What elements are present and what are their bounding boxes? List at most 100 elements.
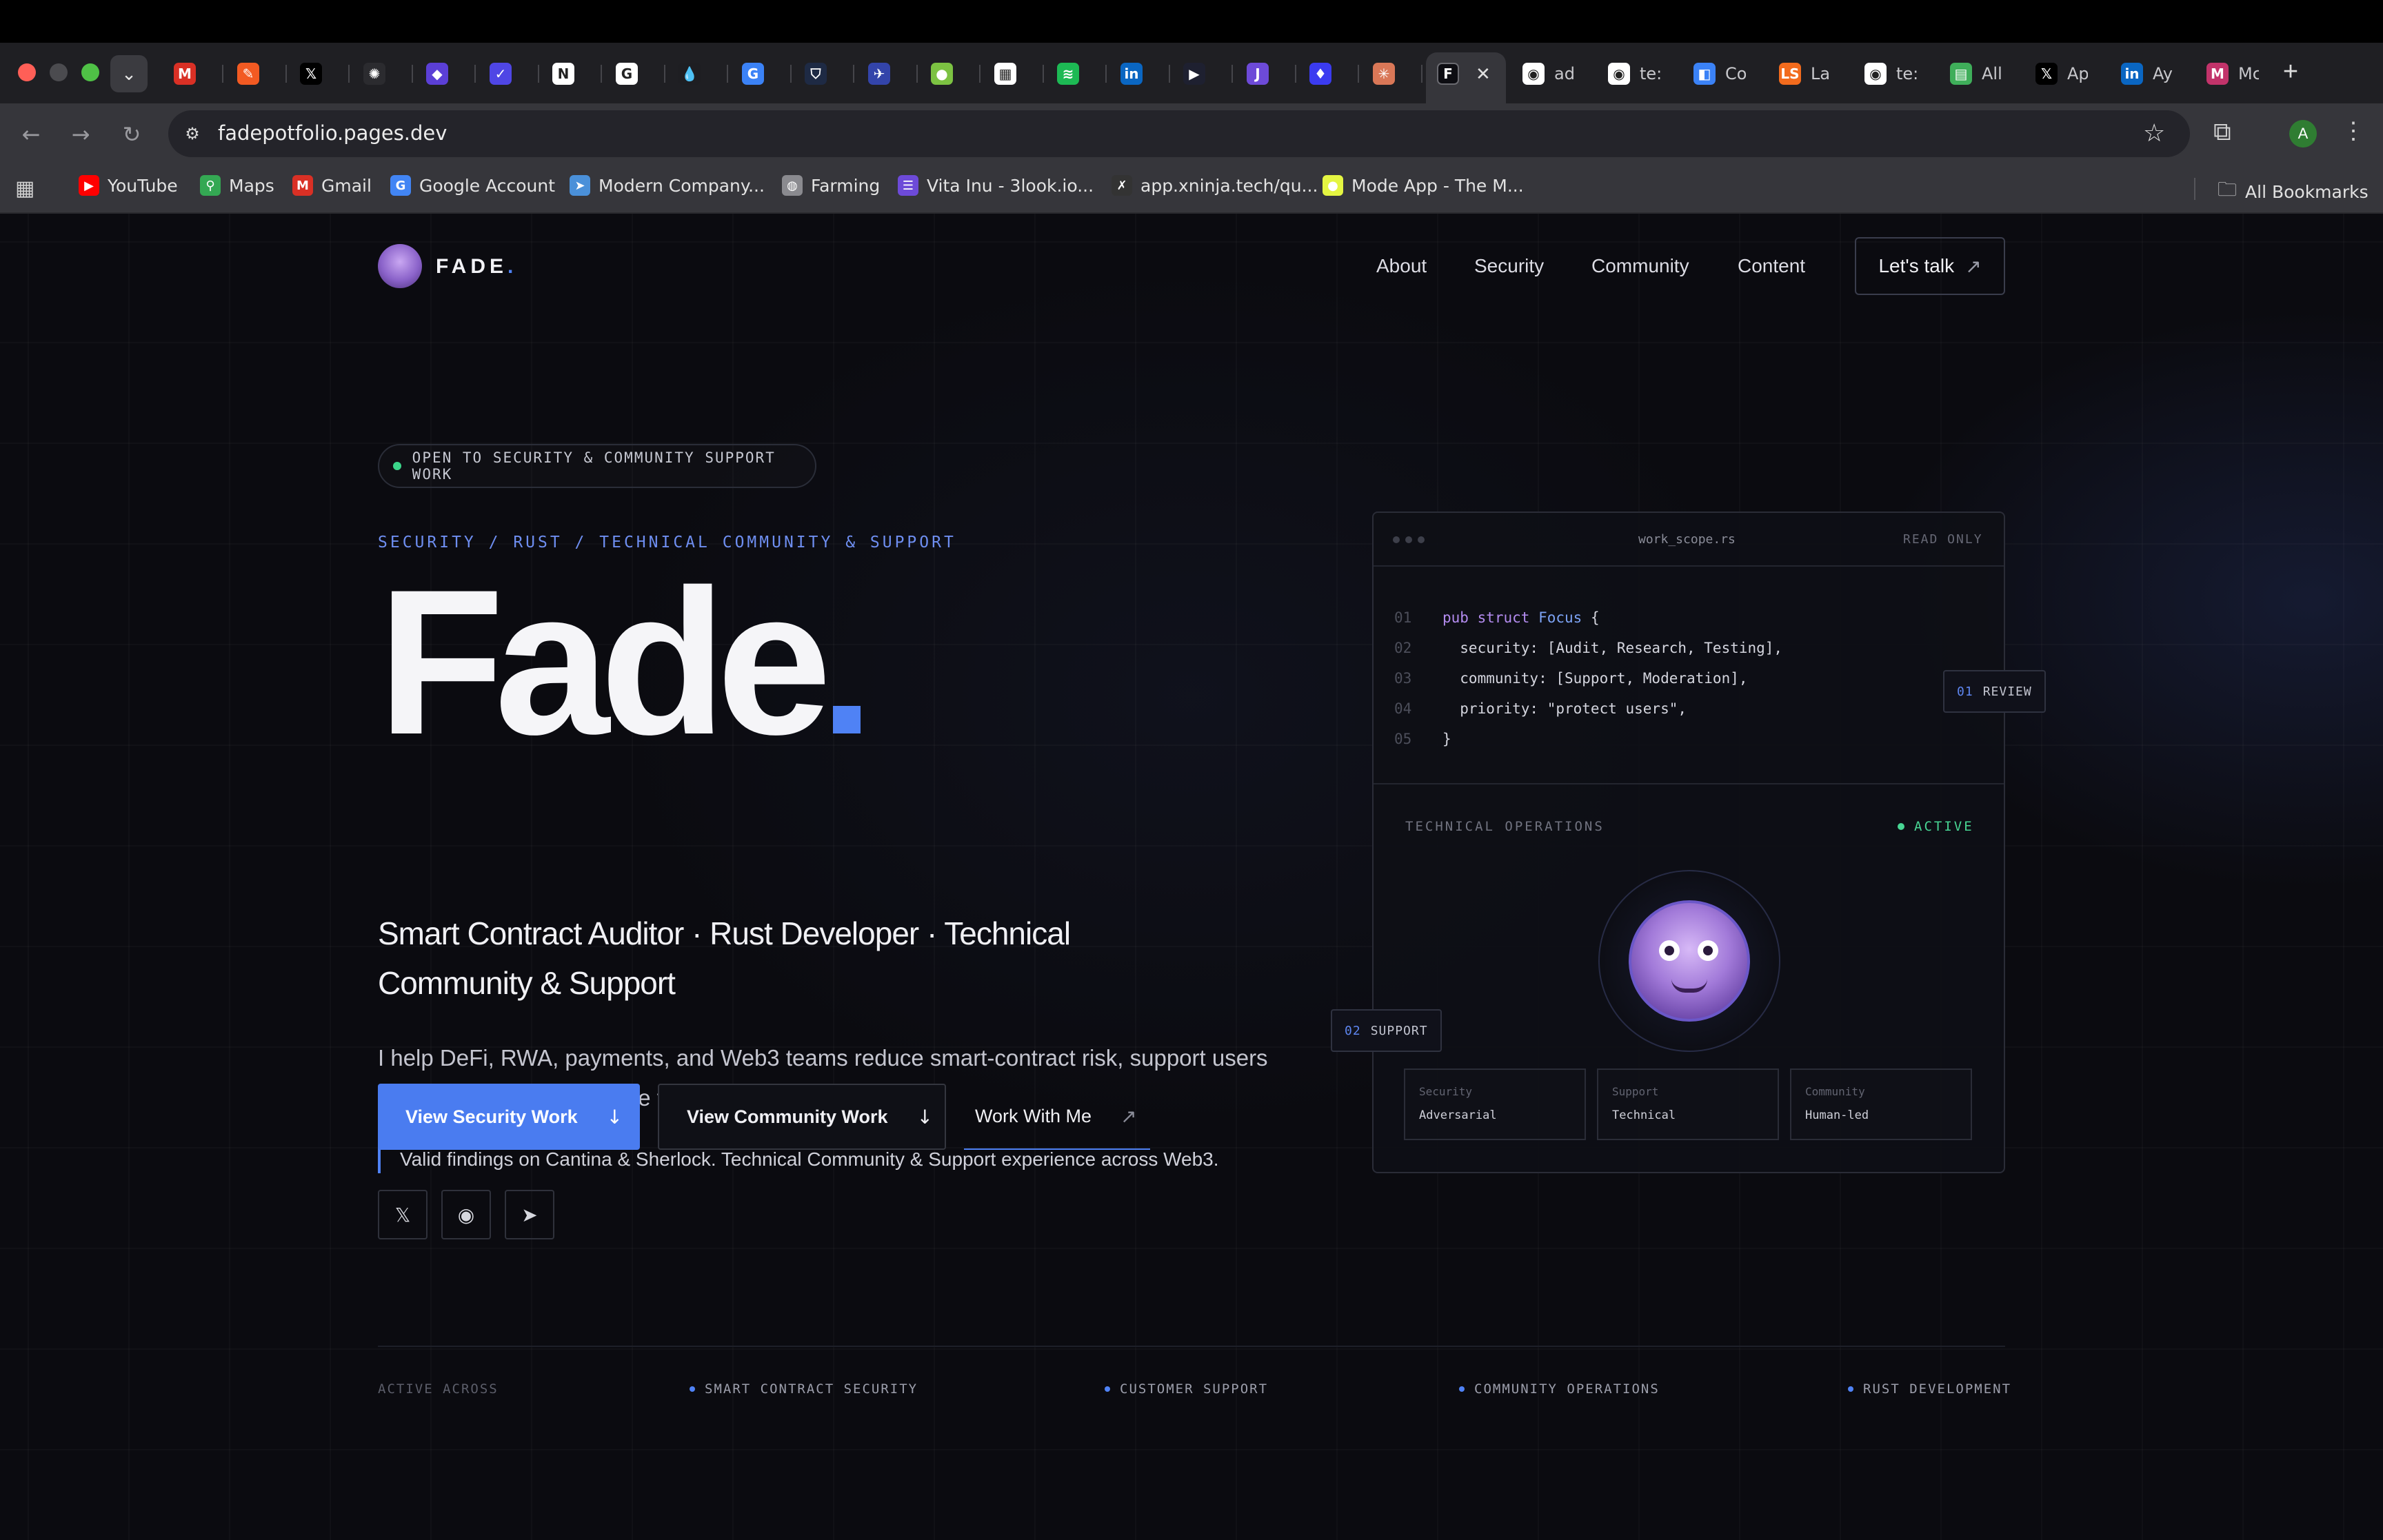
browser-tab[interactable]: G bbox=[734, 55, 764, 92]
view-security-work-button[interactable]: View Security Work ↓ bbox=[378, 1084, 640, 1150]
browser-tab[interactable]: in bbox=[1112, 55, 1143, 92]
bookmark-star-icon[interactable]: ☆ bbox=[2143, 119, 2165, 148]
bookmark-item[interactable]: ▶ YouTube bbox=[79, 175, 178, 196]
apps-grid-icon[interactable]: ▦ bbox=[15, 176, 34, 201]
github-social-button[interactable]: ◉ bbox=[441, 1190, 491, 1239]
nav-security[interactable]: Security bbox=[1474, 255, 1544, 277]
tab-title: Ay bbox=[2153, 64, 2173, 83]
nav-about[interactable]: About bbox=[1376, 255, 1427, 277]
line-number: 04 bbox=[1394, 700, 1412, 717]
browser-tab[interactable]: ◆ bbox=[418, 55, 448, 92]
profile-avatar[interactable]: A bbox=[2289, 120, 2317, 148]
nav-content[interactable]: Content bbox=[1738, 255, 1805, 277]
browser-tab[interactable]: ◧ Co bbox=[1685, 55, 1746, 92]
bookmark-label: Farming bbox=[811, 175, 881, 196]
browser-tab[interactable]: ✓ bbox=[481, 55, 512, 92]
browser-tab[interactable]: J bbox=[1238, 55, 1269, 92]
bookmark-item[interactable]: G Google Account bbox=[390, 175, 555, 196]
lets-talk-button[interactable]: Let's talk ↗ bbox=[1855, 237, 2005, 295]
mascot-eye bbox=[1698, 940, 1718, 961]
tab-title: All bbox=[1982, 64, 2002, 83]
browser-tab[interactable]: ✳ bbox=[1365, 55, 1395, 92]
bookmark-label: YouTube bbox=[108, 175, 178, 196]
browser-tab[interactable]: ◉ te: bbox=[1856, 55, 1917, 92]
list-icon: ☰ bbox=[898, 175, 918, 196]
tab-separator bbox=[1294, 65, 1296, 83]
globe-icon: ● bbox=[931, 63, 953, 85]
site-settings-icon[interactable]: ⚙ bbox=[181, 122, 204, 145]
stat-value: Adversarial bbox=[1419, 1108, 1497, 1122]
code-text: security: [Audit, Research, Testing], bbox=[1442, 640, 1783, 656]
forward-arrow-icon[interactable]: → bbox=[66, 120, 95, 149]
bookmark-item[interactable]: ➤ Modern Company... bbox=[570, 175, 765, 196]
nav-community[interactable]: Community bbox=[1591, 255, 1689, 277]
browser-tab[interactable]: ◉ ad bbox=[1514, 55, 1575, 92]
browser-tab[interactable]: LS La bbox=[1771, 55, 1831, 92]
logo-text[interactable]: FADE. bbox=[436, 255, 517, 278]
bookmark-item[interactable]: ⚲ Maps bbox=[200, 175, 274, 196]
browser-tab[interactable]: ▶ bbox=[1175, 55, 1205, 92]
browser-tab[interactable]: 𝕏 Ap bbox=[2027, 55, 2088, 92]
code-line: 05} bbox=[1394, 731, 1451, 747]
stat-community: Community Human-led bbox=[1790, 1068, 1972, 1140]
work-with-me-button[interactable]: Work With Me ↗ bbox=[964, 1084, 1150, 1150]
bookmark-item[interactable]: ☰ Vita Inu - 3look.io... bbox=[898, 175, 1094, 196]
browser-menu-icon[interactable]: ⋮ bbox=[2342, 117, 2365, 145]
browser-tab[interactable]: ⛉ bbox=[796, 55, 827, 92]
browser-tab[interactable]: ✺ bbox=[355, 55, 385, 92]
code-line: 04 priority: "protect users", bbox=[1394, 700, 1687, 717]
extensions-puzzle-icon[interactable]: ⧉ bbox=[2213, 117, 2231, 147]
x-social-button[interactable]: 𝕏 bbox=[378, 1190, 428, 1239]
browser-tab[interactable]: M bbox=[165, 55, 196, 92]
linkedin-icon: in bbox=[1120, 63, 1143, 85]
browser-tab[interactable]: G bbox=[607, 55, 638, 92]
bookmark-item[interactable]: ◍ Farming bbox=[782, 175, 880, 196]
notion-icon: N bbox=[552, 63, 574, 85]
down-arrow-icon: ↓ bbox=[916, 1105, 934, 1128]
active-tab-content[interactable]: F ✕ bbox=[1429, 55, 1491, 92]
footer-item-label: COMMUNITY OPERATIONS bbox=[1474, 1381, 1660, 1397]
logo-avatar[interactable] bbox=[378, 244, 422, 288]
browser-tab[interactable]: ▤ All bbox=[1942, 55, 2002, 92]
tab-title: Mc bbox=[2238, 64, 2259, 83]
maximize-window-button[interactable] bbox=[81, 63, 99, 81]
minimize-window-button[interactable] bbox=[50, 63, 68, 81]
browser-tab[interactable]: ✎ bbox=[229, 55, 259, 92]
status-text: OPEN TO SECURITY & COMMUNITY SUPPORT WOR… bbox=[412, 449, 776, 483]
browser-tab[interactable]: in Ay bbox=[2113, 55, 2173, 92]
browser-tab[interactable]: ✈ bbox=[860, 55, 890, 92]
claude-icon: ✳ bbox=[1373, 63, 1395, 85]
bookmark-item[interactable]: ✗ app.xninja.tech/qu... bbox=[1112, 175, 1318, 196]
all-bookmarks-folder[interactable]: 🗀 All Bookmarks bbox=[2218, 175, 2369, 208]
tab-separator bbox=[916, 65, 918, 83]
status-badge: OPEN TO SECURITY & COMMUNITY SUPPORT WOR… bbox=[378, 444, 816, 488]
code-text: priority: "protect users", bbox=[1442, 700, 1687, 717]
bookmark-item[interactable]: M Gmail bbox=[292, 175, 372, 196]
close-window-button[interactable] bbox=[18, 63, 36, 81]
browser-tab[interactable]: 💧 bbox=[670, 55, 701, 92]
reload-icon[interactable]: ↻ bbox=[117, 120, 146, 149]
browser-tab[interactable]: ● bbox=[923, 55, 953, 92]
hero-subtitle: Smart Contract Auditor · Rust Developer … bbox=[378, 915, 1071, 1001]
view-community-work-button[interactable]: View Community Work ↓ bbox=[658, 1084, 946, 1150]
close-tab-icon[interactable]: ✕ bbox=[1476, 63, 1491, 85]
tab-separator bbox=[474, 65, 476, 83]
telegram-social-button[interactable]: ➤ bbox=[505, 1190, 554, 1239]
browser-tab[interactable]: ◉ te: bbox=[1600, 55, 1660, 92]
url-text[interactable]: fadepotfolio.pages.dev bbox=[218, 121, 447, 145]
back-arrow-icon[interactable]: ← bbox=[17, 120, 46, 149]
browser-tab[interactable]: M Mc bbox=[2198, 55, 2259, 92]
address-bar[interactable] bbox=[168, 110, 2190, 157]
browser-tab[interactable]: ♦ bbox=[1301, 55, 1331, 92]
new-tab-button[interactable]: + bbox=[2277, 57, 2304, 86]
browser-tab[interactable]: ≋ bbox=[1049, 55, 1079, 92]
hero-accent-square bbox=[833, 706, 861, 733]
bullet-dot bbox=[690, 1386, 695, 1392]
footer-item: RUST DEVELOPMENT bbox=[1848, 1381, 2011, 1397]
arrow-icon: ➤ bbox=[570, 175, 590, 196]
browser-tab[interactable]: ▦ bbox=[986, 55, 1016, 92]
tab-search-chevron-icon[interactable]: ⌄ bbox=[110, 55, 148, 92]
bookmark-item[interactable]: ● Mode App - The M... bbox=[1323, 175, 1524, 196]
browser-tab[interactable]: 𝕏 bbox=[292, 55, 322, 92]
browser-tab[interactable]: N bbox=[544, 55, 574, 92]
